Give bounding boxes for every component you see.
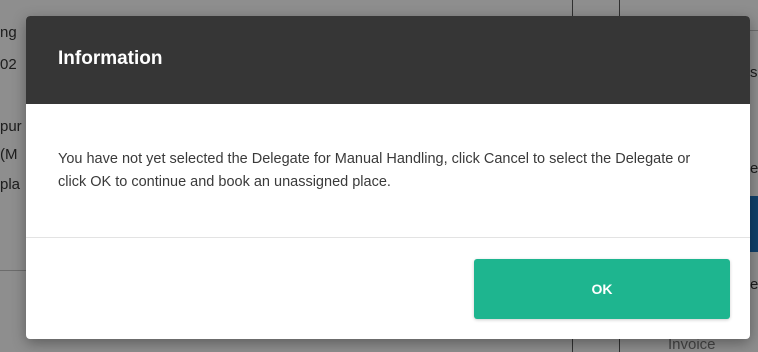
dialog-title: Information: [58, 48, 163, 69]
dialog-message: You have not yet selected the Delegate f…: [58, 151, 691, 190]
information-dialog: Information You have not yet selected th…: [26, 16, 750, 339]
dialog-body: You have not yet selected the Delegate f…: [26, 104, 750, 238]
dialog-header: Information: [26, 16, 750, 104]
ok-button[interactable]: OK: [474, 259, 730, 319]
dialog-footer: OK: [26, 238, 750, 338]
